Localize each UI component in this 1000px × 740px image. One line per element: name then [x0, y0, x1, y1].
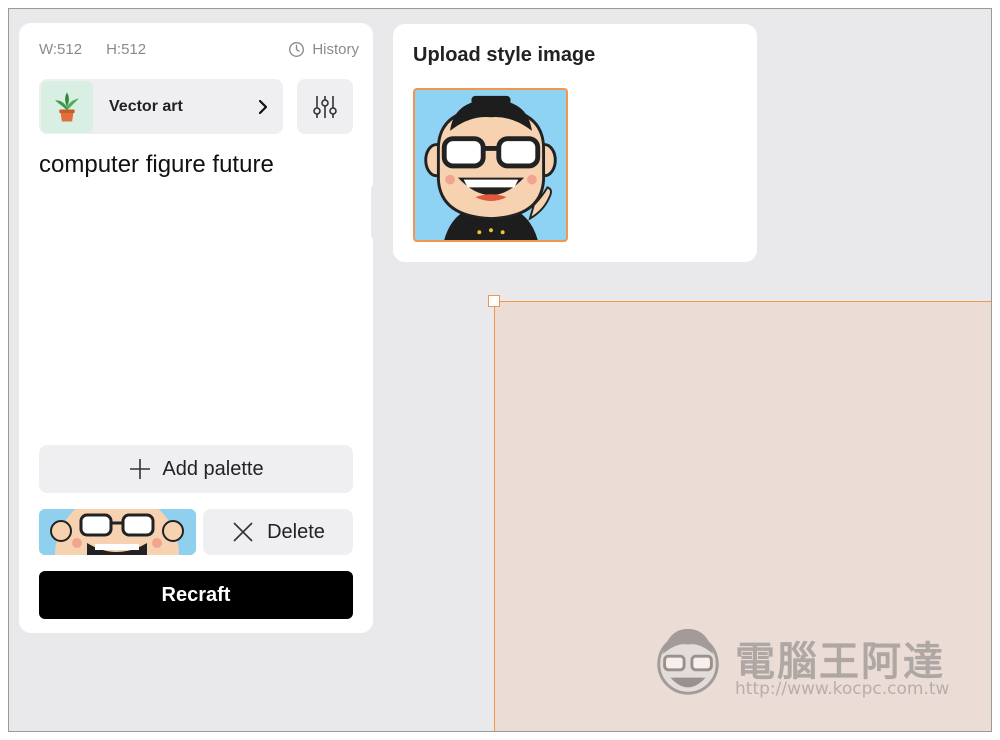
close-icon: [233, 522, 253, 542]
recraft-button[interactable]: Recraft: [39, 571, 353, 619]
style-image-title: Upload style image: [413, 44, 596, 66]
prompt-text[interactable]: computer figure future: [39, 151, 274, 179]
plus-icon: [130, 459, 151, 479]
uploaded-style-image[interactable]: [413, 88, 568, 242]
height-value[interactable]: H:512: [106, 41, 146, 58]
style-selector-button[interactable]: Vector art: [39, 79, 283, 134]
style-image-panel: Upload style image: [393, 24, 757, 262]
style-label: Vector art: [109, 97, 183, 115]
delete-label: Delete: [267, 520, 325, 543]
chevron-right-icon: [258, 99, 268, 114]
plant-icon: [41, 80, 93, 133]
history-button[interactable]: History: [288, 41, 359, 58]
watermark-url: http://www.kocpc.com.tw: [735, 679, 950, 699]
history-label: History: [312, 41, 359, 58]
dimensions: W:512 H:512: [39, 41, 146, 58]
delete-button[interactable]: Delete: [203, 509, 353, 555]
add-palette-label: Add palette: [162, 457, 264, 480]
watermark-logo: [657, 628, 719, 695]
clock-icon: [289, 42, 305, 57]
watermark: 電腦王阿達 http://www.kocpc.com.tw: [649, 619, 969, 709]
style-image-thumbnail[interactable]: [39, 509, 196, 555]
generation-panel: W:512 H:512 History Vector art computer …: [19, 23, 373, 633]
panel-connector: [371, 179, 395, 245]
settings-button[interactable]: [297, 79, 353, 134]
app-window: W:512 H:512 History Vector art computer …: [8, 8, 992, 732]
add-palette-button[interactable]: Add palette: [39, 445, 353, 493]
resize-handle[interactable]: [488, 295, 500, 307]
width-value[interactable]: W:512: [39, 41, 82, 58]
sliders-icon: [313, 95, 337, 118]
